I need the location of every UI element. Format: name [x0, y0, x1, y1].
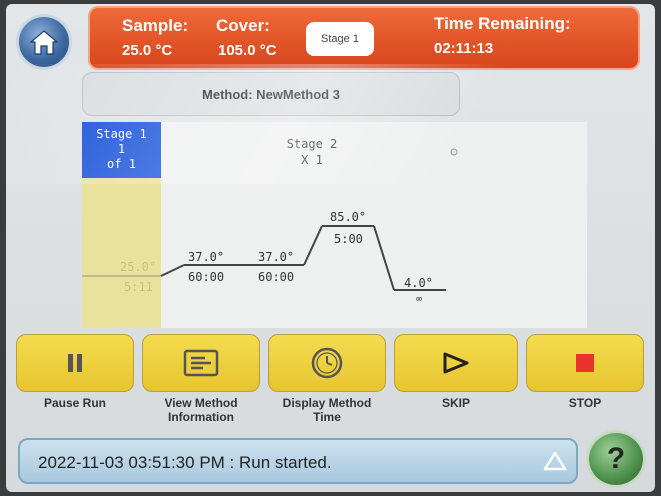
method-name-bar: Method: NewMethod 3 [82, 72, 460, 116]
pause-run-button[interactable] [16, 334, 134, 392]
status-message: 2022-11-03 03:51:30 PM : Run started. [38, 453, 332, 472]
cover-temp-label: Cover: [216, 16, 270, 35]
temperature-profile-line [82, 148, 458, 291]
sample-temp-label: Sample: [122, 16, 189, 35]
pause-run-label: Pause Run [43, 396, 106, 410]
cover-temp-value: 105.0 °C [218, 42, 277, 59]
step3-time: 60:00 [258, 270, 295, 284]
clock-icon [311, 347, 343, 379]
skip-button[interactable] [394, 334, 518, 392]
view-method-info-label: View Method Information [164, 396, 238, 424]
stop-label: STOP [568, 396, 602, 410]
help-question-icon: ? [606, 442, 626, 475]
step1-temp: 25.0° [120, 260, 157, 274]
step5-time: ∞ [416, 294, 423, 305]
time-remaining-label: Time Remaining: [434, 14, 571, 33]
pause-icon [68, 354, 82, 372]
display-method-time-label: Display Method Time [282, 396, 372, 424]
skip-triangle-icon [443, 352, 469, 374]
stage-button[interactable]: Stage 1 [306, 22, 374, 56]
home-button[interactable] [16, 14, 72, 70]
time-remaining-value: 02:11:13 [434, 40, 494, 57]
step2-time: 60:00 [188, 270, 225, 284]
step5-temp: 4.0° [404, 276, 433, 290]
view-method-info-button[interactable] [142, 334, 260, 392]
sample-temp-value: 25.0 °C [122, 42, 173, 59]
skip-label: SKIP [441, 396, 470, 410]
stop-button[interactable] [526, 334, 644, 392]
method-profile-graph: Stage 1 1 of 1 Stage 2 X 1 25.0° 5:11 37… [82, 122, 587, 328]
run-status-header: Sample: 25.0 °C Cover: 105.0 °C Stage 1 … [88, 6, 640, 70]
step1-time: 5:11 [124, 280, 153, 294]
step4-time: 5:00 [334, 232, 363, 246]
step4-temp: 85.0° [330, 210, 367, 224]
status-message-bar[interactable]: 2022-11-03 03:51:30 PM : Run started. [18, 438, 578, 484]
home-icon [29, 30, 59, 55]
expand-up-icon[interactable] [542, 450, 568, 472]
help-button[interactable]: ? [586, 430, 646, 488]
method-info-icon [183, 349, 219, 377]
step2-temp: 37.0° [188, 250, 225, 264]
display-method-time-button[interactable] [268, 334, 386, 392]
method-name: Method: NewMethod 3 [202, 86, 340, 102]
thermal-cycler-screen: Sample: 25.0 °C Cover: 105.0 °C Stage 1 … [6, 4, 655, 492]
stop-icon [576, 354, 594, 372]
step3-temp: 37.0° [258, 250, 295, 264]
